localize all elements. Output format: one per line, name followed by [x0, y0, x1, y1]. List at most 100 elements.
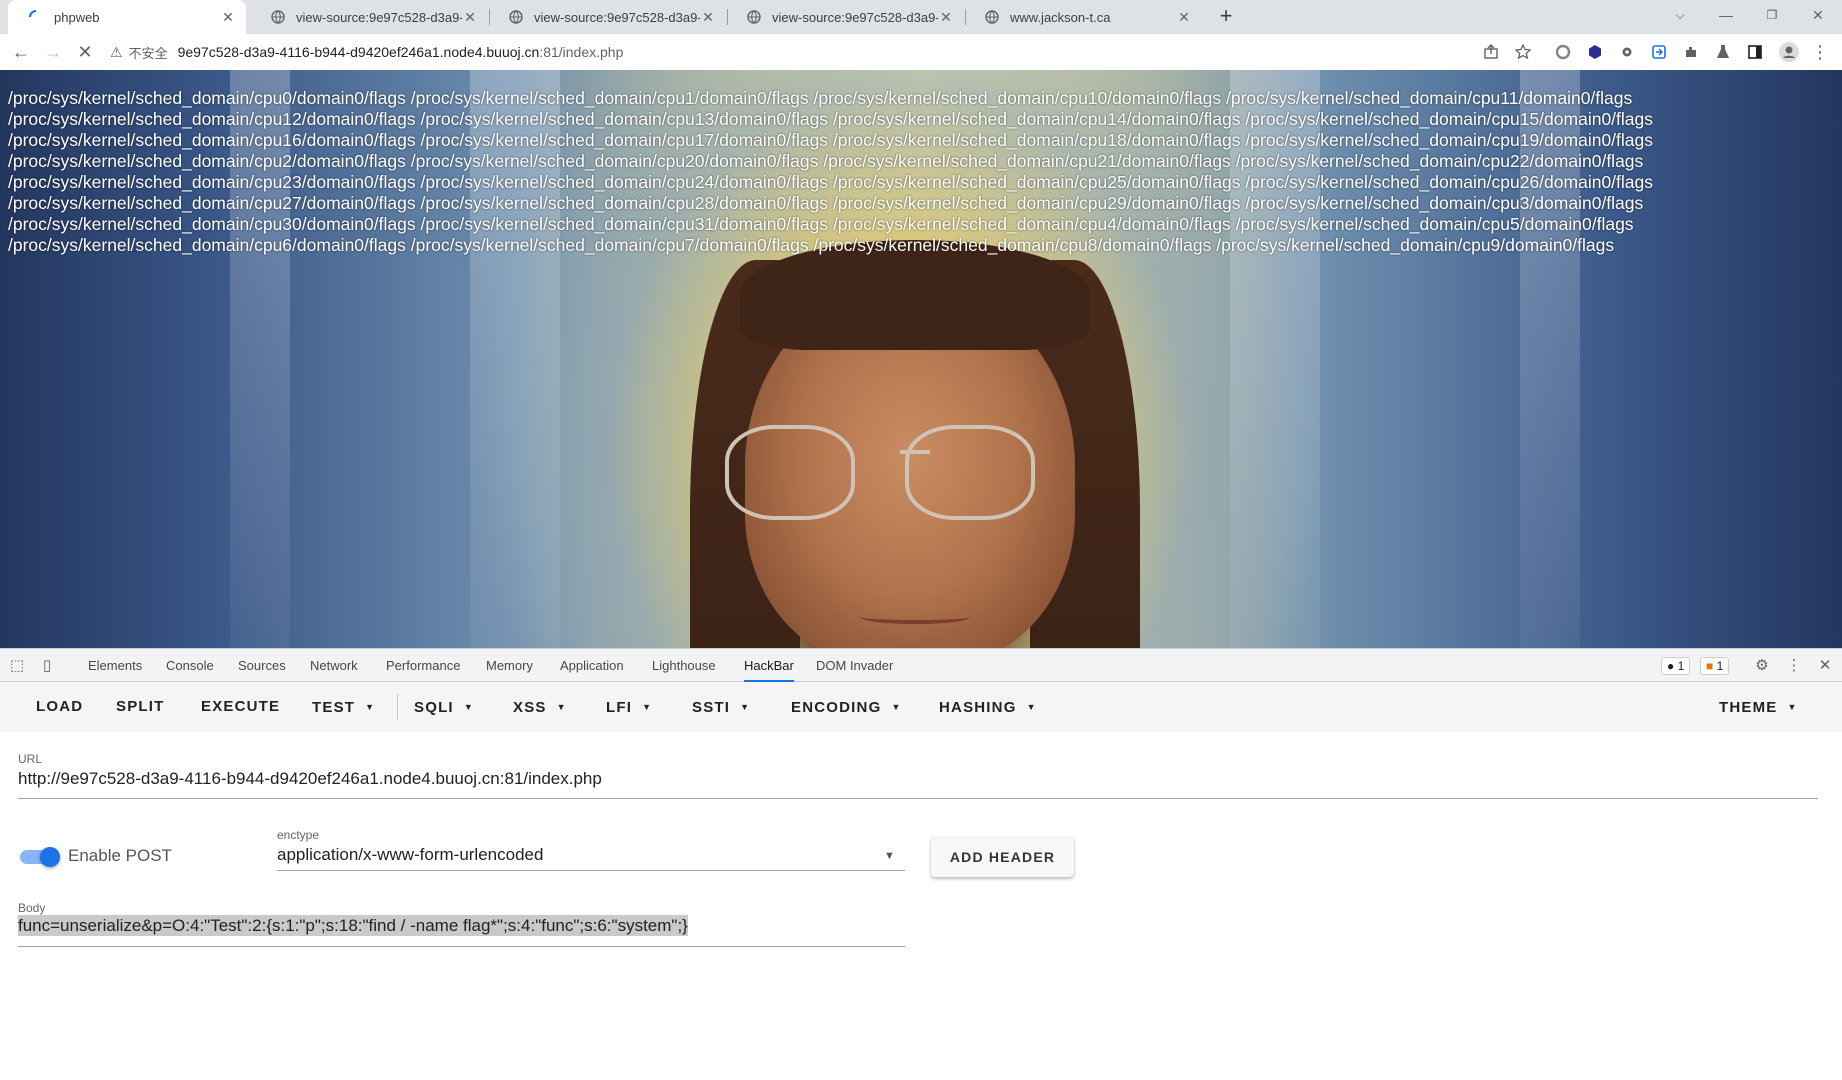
output-line: /proc/sys/kernel/sched_domain/cpu2/domai… — [8, 151, 1828, 172]
button-label: SQLI — [414, 699, 454, 716]
extensions-puzzle-icon[interactable] — [1683, 44, 1699, 60]
tab-elements[interactable]: Elements — [88, 649, 142, 682]
stop-loading-icon[interactable]: ✕ — [73, 40, 97, 64]
tab-phpweb[interactable]: phpweb ✕ — [8, 0, 246, 34]
tab-dom-invader[interactable]: DOM Invader — [816, 649, 893, 682]
devtools-tab-bar: ⬚ ▯ Elements Console Sources Network Perform… — [0, 648, 1842, 682]
share-icon[interactable] — [1483, 44, 1499, 60]
tab-performance[interactable]: Performance — [386, 649, 460, 682]
split-button[interactable]: SPLIT — [116, 682, 165, 732]
extension-sync-icon[interactable] — [1651, 44, 1667, 60]
tab-hackbar[interactable]: HackBar — [744, 649, 794, 682]
output-path: /proc/sys/kernel/sched_domain/cpu5/domai… — [1235, 214, 1634, 234]
tab-application[interactable]: Application — [560, 649, 624, 682]
output-path: /proc/sys/kernel/sched_domain/cpu25/doma… — [832, 172, 1241, 192]
hashing-button[interactable]: HASHING ▼ — [939, 682, 1037, 732]
output-path: /proc/sys/kernel/sched_domain/cpu7/domai… — [410, 235, 809, 255]
extension-flask-icon[interactable] — [1715, 44, 1731, 60]
tab-view-source-3[interactable]: view-source:9e97c528-d3a9-4 ✕ — [726, 0, 964, 34]
warning-count: 1 — [1716, 659, 1724, 673]
output-path: /proc/sys/kernel/sched_domain/cpu20/doma… — [410, 151, 819, 171]
tab-network[interactable]: Network — [310, 649, 358, 682]
add-header-button[interactable]: ADD HEADER — [931, 837, 1074, 877]
new-tab-button[interactable]: + — [1214, 5, 1238, 29]
url-input[interactable]: http://9e97c528-d3a9-4116-b944-d9420ef24… — [18, 769, 602, 789]
security-label[interactable]: 不安全 — [129, 43, 168, 62]
output-path: /proc/sys/kernel/sched_domain/cpu14/doma… — [832, 109, 1241, 129]
tab-sources[interactable]: Sources — [238, 649, 286, 682]
tab-lighthouse[interactable]: Lighthouse — [652, 649, 716, 682]
warning-count-badge[interactable]: ■ 1 — [1700, 657, 1730, 675]
output-path: /proc/sys/kernel/sched_domain/cpu0/domai… — [8, 88, 406, 108]
close-icon[interactable]: ✕ — [938, 9, 954, 25]
output-path: /proc/sys/kernel/sched_domain/cpu28/doma… — [420, 193, 829, 213]
output-path: /proc/sys/kernel/sched_domain/cpu21/doma… — [823, 151, 1231, 171]
back-icon[interactable]: ← — [9, 40, 33, 64]
load-button[interactable]: LOAD — [36, 682, 83, 732]
enable-post-toggle[interactable] — [20, 847, 62, 867]
button-label: SPLIT — [116, 698, 165, 715]
enctype-select[interactable]: application/x-www-form-urlencoded — [277, 845, 543, 865]
globe-icon — [270, 9, 286, 25]
extension-gear-icon[interactable] — [1619, 44, 1635, 60]
encoding-button[interactable]: ENCODING ▼ — [791, 682, 902, 732]
lfi-button[interactable]: LFI ▼ — [606, 682, 652, 732]
settings-gear-icon[interactable]: ⚙ — [1753, 657, 1771, 675]
portrait-mouth — [860, 610, 970, 624]
output-path: /proc/sys/kernel/sched_domain/cpu17/doma… — [420, 130, 829, 150]
tab-title: view-source:9e97c528-d3a9-4 — [296, 9, 462, 25]
tab-search-icon[interactable]: ⌵ — [1657, 0, 1703, 30]
chevron-down-icon: ▼ — [463, 702, 474, 712]
button-label: SSTI — [692, 699, 731, 716]
hackbar-panel: URL http://9e97c528-d3a9-4116-b944-d9420… — [0, 732, 1842, 1080]
tab-jackson-t[interactable]: www.jackson-t.ca ✕ — [964, 0, 1202, 34]
devtools-close-icon[interactable]: ✕ — [1816, 657, 1834, 675]
window-close-icon[interactable]: ✕ — [1795, 0, 1841, 30]
tab-title: view-source:9e97c528-d3a9-4 — [534, 9, 700, 25]
xss-button[interactable]: XSS ▼ — [513, 682, 567, 732]
tab-view-source-1[interactable]: view-source:9e97c528-d3a9-4 ✕ — [250, 0, 488, 34]
chevron-down-icon[interactable]: ▼ — [884, 850, 895, 862]
output-path: /proc/sys/kernel/sched_domain/cpu23/doma… — [8, 172, 416, 192]
profile-avatar-icon[interactable] — [1779, 42, 1799, 62]
bookmark-star-icon[interactable] — [1515, 44, 1531, 60]
execute-button[interactable]: EXECUTE — [201, 682, 280, 732]
enctype-underline — [277, 870, 905, 871]
inspect-element-icon[interactable]: ⬚ — [8, 657, 26, 675]
error-dot-icon: ● — [1667, 659, 1675, 673]
chevron-down-icon: ▼ — [556, 702, 567, 712]
close-icon[interactable]: ✕ — [462, 9, 478, 25]
chevron-down-icon: ▼ — [1026, 702, 1037, 712]
side-panel-icon[interactable] — [1747, 44, 1763, 60]
output-path: /proc/sys/kernel/sched_domain/cpu30/doma… — [8, 214, 416, 234]
restore-icon[interactable]: ❐ — [1749, 0, 1795, 30]
test-button[interactable]: TEST ▼ — [312, 682, 375, 732]
tab-memory[interactable]: Memory — [486, 649, 533, 682]
output-line: /proc/sys/kernel/sched_domain/cpu30/doma… — [8, 214, 1828, 235]
body-selected-text: func=unserialize&p=O:4:"Test":2:{s:1:"p"… — [18, 915, 688, 936]
sqli-button[interactable]: SQLI ▼ — [414, 682, 474, 732]
output-line: /proc/sys/kernel/sched_domain/cpu16/doma… — [8, 130, 1828, 151]
tab-view-source-2[interactable]: view-source:9e97c528-d3a9-4 ✕ — [488, 0, 726, 34]
close-icon[interactable]: ✕ — [220, 9, 236, 25]
body-textarea[interactable]: func=unserialize&p=O:4:"Test":2:{s:1:"p"… — [18, 915, 688, 936]
close-icon[interactable]: ✕ — [1176, 9, 1192, 25]
address-bar[interactable]: ⚠ 不安全 9e97c528-d3a9-4116-b944-d9420ef246… — [110, 38, 1520, 66]
button-label: EXECUTE — [201, 698, 281, 715]
error-count-badge[interactable]: ● 1 — [1661, 657, 1691, 675]
theme-button[interactable]: THEME ▼ — [1719, 682, 1798, 732]
warning-icon[interactable]: ⚠ — [110, 44, 123, 61]
extension-hexagon-icon[interactable] — [1587, 44, 1603, 60]
ssti-button[interactable]: SSTI ▼ — [692, 682, 750, 732]
close-icon[interactable]: ✕ — [700, 9, 716, 25]
globe-icon — [746, 9, 762, 25]
portrait-hair — [740, 240, 1090, 350]
devtools-menu-icon[interactable]: ⋮ — [1785, 657, 1803, 675]
enable-post-label: Enable POST — [68, 846, 172, 865]
tab-console[interactable]: Console — [166, 649, 214, 682]
menu-kebab-icon[interactable]: ⋮ — [1808, 40, 1832, 64]
minimize-icon[interactable]: — — [1703, 0, 1749, 30]
device-toolbar-icon[interactable]: ▯ — [38, 657, 56, 675]
extension-circle-icon[interactable] — [1555, 44, 1571, 60]
forward-icon[interactable]: → — [41, 40, 65, 64]
